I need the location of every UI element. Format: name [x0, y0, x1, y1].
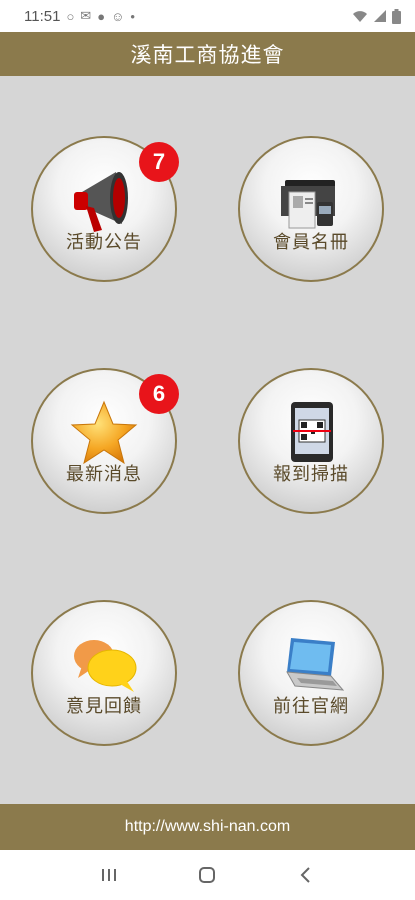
battery-icon — [392, 8, 401, 24]
menu-label: 報到掃描 — [273, 464, 349, 485]
notification-badge: 7 — [139, 142, 179, 182]
system-nav-bar — [0, 850, 415, 900]
page-title: 溪南工商協進會 — [130, 43, 285, 67]
menu-item-latest-news[interactable]: 最新消息 6 — [31, 368, 179, 514]
smiley-icon: ☺ — [111, 8, 125, 24]
app-title-bar: 溪南工商協進會 — [0, 32, 415, 76]
menu-grid: 活動公告 7 會員名冊 最新消息 6 報到掃描 意見回饋 前往官網 — [0, 76, 415, 804]
footer-url: http://www.shi-nan.com — [124, 818, 291, 835]
menu-item-checkin-scan[interactable]: 報到掃描 — [238, 368, 384, 514]
menu-label: 前往官網 — [273, 696, 349, 717]
menu-item-official-website[interactable]: 前往官網 — [238, 600, 384, 746]
wifi-icon — [353, 11, 367, 22]
back-button[interactable] — [291, 860, 321, 890]
circle-filled-icon: ● — [97, 8, 106, 24]
menu-label: 最新消息 — [66, 464, 142, 485]
status-right — [352, 8, 401, 24]
recent-apps-button[interactable] — [94, 860, 124, 890]
home-icon — [199, 867, 216, 883]
back-icon — [300, 867, 310, 883]
menu-label: 活動公告 — [66, 232, 142, 253]
mail-icon: ✉ — [80, 8, 92, 23]
notification-badge: 6 — [139, 374, 179, 414]
menu-label: 會員名冊 — [273, 232, 349, 253]
menu-item-feedback[interactable]: 意見回饋 — [31, 600, 177, 746]
menu-item-announcements[interactable]: 活動公告 7 — [31, 136, 179, 282]
status-time: 11:51 — [24, 7, 61, 25]
status-bar: 11:51 ○ ✉ ● ☺ • — [0, 0, 415, 32]
status-left: 11:51 ○ ✉ ● ☺ • — [24, 8, 135, 25]
dot-icon: • — [130, 8, 135, 24]
menu-item-member-directory[interactable]: 會員名冊 — [238, 136, 384, 282]
footer-website-link[interactable]: http://www.shi-nan.com — [0, 804, 415, 850]
menu-label: 意見回饋 — [66, 696, 142, 717]
recent-apps-icon — [102, 869, 117, 881]
circle-outline-icon: ○ — [66, 8, 75, 24]
signal-icon — [374, 10, 386, 22]
home-button[interactable] — [192, 860, 222, 890]
